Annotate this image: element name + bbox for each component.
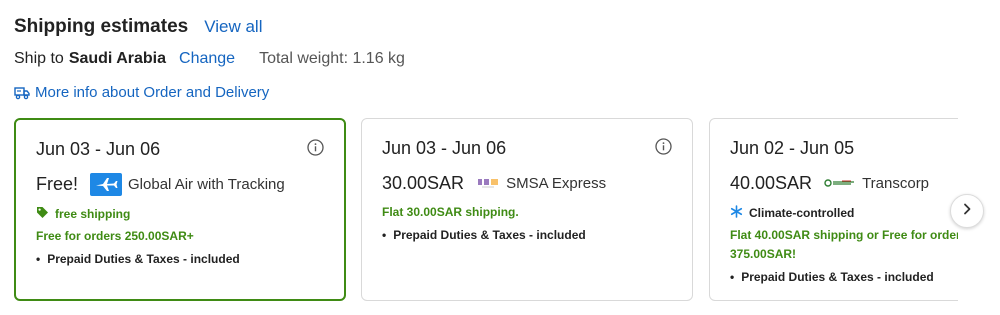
duties-bullet: Prepaid Duties & Taxes - included (382, 228, 586, 242)
header-row: Shipping estimates View all (14, 16, 262, 38)
feature-label: free shipping (55, 207, 131, 221)
delivery-truck-icon (14, 86, 30, 100)
feature-row: free shipping (36, 206, 130, 222)
carrier-name: Global Air with Tracking (128, 175, 285, 193)
promo-text-line-1: Flat 40.00SAR shipping or Free for order… (730, 228, 958, 242)
delivery-date-range: Jun 02 - Jun 05 (730, 138, 855, 158)
delivery-date-range: Jun 03 - Jun 06 (382, 138, 507, 158)
airplane-icon (90, 172, 123, 196)
promo-text-line-2: 375.00SAR! (730, 247, 797, 261)
section-title: Shipping estimates (14, 16, 189, 37)
price-row: Free! Global Air with Tracking (36, 172, 285, 196)
chevron-right-icon (962, 202, 972, 220)
shipping-options-carousel: Jun 03 - Jun 06 Free! Global Air with Tr… (14, 118, 958, 304)
shipping-price: 40.00SAR (730, 172, 813, 193)
total-weight: Total weight: 1.16 kg (259, 50, 405, 67)
smsa-logo (476, 177, 500, 189)
shipping-option-card-1[interactable]: Jun 03 - Jun 06 Free! Global Air with Tr… (14, 118, 346, 301)
shipping-option-card-2[interactable]: Jun 03 - Jun 06 30.00SAR SMSA Express Fl… (361, 118, 693, 301)
shipping-price: Free! (36, 173, 79, 194)
carrier-name: Transcorp (862, 174, 930, 192)
promo-text: Flat 30.00SAR shipping. (382, 205, 519, 219)
change-country-link[interactable]: Change (179, 50, 235, 68)
promo-text: Free for orders 250.00SAR+ (36, 229, 194, 243)
ship-to-label: Ship to (14, 50, 64, 67)
shipping-price: 30.00SAR (382, 172, 465, 193)
more-info-label: More info about Order and Delivery (35, 84, 270, 101)
price-row: 30.00SAR SMSA Express (382, 171, 606, 195)
price-row: 40.00SAR Transcorp (730, 171, 929, 195)
view-all-link[interactable]: View all (204, 17, 262, 37)
ship-to-row: Ship to Saudi Arabia Change Total weight… (14, 50, 405, 68)
more-info-link[interactable]: More info about Order and Delivery (14, 84, 269, 101)
transcorp-logo (824, 178, 856, 188)
feature-row: Climate-controlled (730, 205, 854, 221)
snowflake-icon (730, 205, 743, 221)
duties-bullet: Prepaid Duties & Taxes - included (36, 252, 240, 266)
info-icon[interactable] (307, 139, 324, 156)
tag-icon (36, 206, 49, 222)
info-icon[interactable] (655, 138, 672, 155)
shipping-option-card-3[interactable]: Jun 02 - Jun 05 40.00SAR Transcorp Clima… (709, 118, 958, 301)
feature-label: Climate-controlled (749, 206, 855, 220)
shipping-estimates-panel: Shipping estimates View all Ship to Saud… (0, 0, 1000, 315)
ship-to-country: Saudi Arabia (68, 50, 167, 67)
duties-bullet: Prepaid Duties & Taxes - included (730, 270, 934, 284)
carrier-name: SMSA Express (506, 174, 607, 192)
carousel-next-button[interactable] (950, 194, 984, 228)
delivery-date-range: Jun 03 - Jun 06 (36, 139, 161, 159)
